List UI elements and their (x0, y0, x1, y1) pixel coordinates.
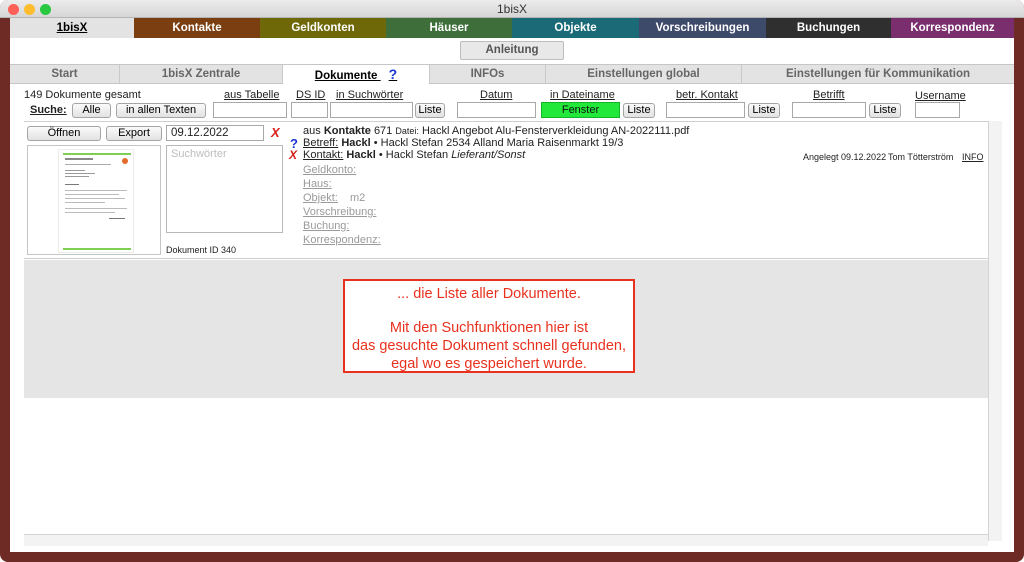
subtab-infos[interactable]: INFOs (430, 65, 546, 83)
kontakt-label[interactable]: Kontakt: (303, 149, 343, 161)
created-by-user: Tom Tötterström (888, 152, 954, 162)
aus-tabelle-input[interactable] (213, 102, 287, 118)
betreff-rest: • Hackl Stefan 2534 Alland Maria Raisenm… (373, 137, 624, 149)
datei-label: Datei: (395, 126, 419, 136)
in-dateiname-label: in Dateiname (550, 89, 615, 101)
tab-kontakte[interactable]: Kontakte (134, 18, 260, 38)
document-id: Dokument ID 340 (166, 245, 237, 255)
datum-input[interactable] (457, 102, 536, 118)
thumbnail-page (58, 149, 134, 253)
callout-line-2: Mit den Suchfunktionen hier ist (389, 320, 589, 336)
export-button[interactable]: Export (106, 126, 162, 141)
betr-kontakt-liste-button[interactable]: Liste (748, 103, 780, 118)
kontakt-line: Kontakt: Hackl • Hackl Stefan Lieferant/… (303, 149, 525, 161)
kontakt-rest: • Hackl Stefan (378, 149, 449, 161)
subtab-dokumente-label: Dokumente (314, 70, 378, 82)
remove-kontakt-icon[interactable]: X (289, 148, 297, 162)
betr-kontakt-label: betr. Kontakt (676, 89, 738, 101)
app-frame: 1bisX 1bisX Kontakte Geldkonten Häuser O… (0, 0, 1024, 562)
kontakt-role: Lieferant/Sonst (451, 149, 526, 161)
ds-id-label: DS ID (296, 89, 326, 101)
tab-haeuser[interactable]: Häuser (386, 18, 512, 38)
date-input[interactable]: 09.12.2022 (166, 125, 264, 141)
betrifft-label: Betrifft (813, 89, 845, 101)
kontakt-number: 671 (373, 125, 393, 137)
window-title: 1bisX (496, 2, 528, 16)
kontakt-name: Hackl (346, 149, 376, 161)
datei-name: Hackl Angebot Alu-Fensterverkleidung AN-… (421, 125, 690, 137)
fenster-input[interactable]: Fenster (541, 102, 620, 118)
subtab-einstellungen-kommunikation[interactable]: Einstellungen für Kommunikation (742, 65, 1014, 83)
list-empty-area: ... die Liste aller Dokumente. Mit den S… (24, 260, 988, 398)
ds-id-input[interactable] (291, 102, 328, 118)
list-lower-area (24, 398, 988, 534)
info-link[interactable]: INFO (962, 152, 984, 162)
geldkonto-link[interactable]: Geldkonto: (303, 164, 356, 176)
annotation-callout: ... die Liste aller Dokumente. Mit den S… (343, 279, 635, 373)
betrifft-input[interactable] (792, 102, 866, 118)
kontakte-link[interactable]: Kontakte (324, 125, 371, 137)
suchwoerter-liste-button[interactable]: Liste (415, 103, 445, 118)
betreff-line: Betreff: Hackl • Hackl Stefan 2534 Allan… (303, 137, 623, 149)
document-record: Öffnen Export 09.12.2022 X Suchwörter Do… (24, 121, 988, 259)
in-allen-texten-button[interactable]: in allen Texten (116, 103, 206, 118)
main-window: 1bisX Kontakte Geldkonten Häuser Objekte… (10, 18, 1014, 552)
vorschreibung-link[interactable]: Vorschreibung: (303, 206, 376, 218)
window-titlebar: 1bisX (0, 0, 1024, 18)
minimize-window-icon[interactable] (24, 4, 35, 15)
oeffnen-button[interactable]: Öffnen (27, 126, 101, 141)
username-label: Username (915, 90, 966, 102)
tab-vorschreibungen[interactable]: Vorschreibungen (639, 18, 766, 38)
buchung-link[interactable]: Buchung: (303, 220, 349, 232)
betreff-name: Hackl (341, 137, 371, 149)
zoom-window-icon[interactable] (40, 4, 51, 15)
aus-tabelle-label: aus Tabelle (224, 89, 280, 101)
callout-line-4: egal wo es gespeichert wurde. (391, 356, 587, 372)
suchwoerter-input[interactable] (330, 102, 413, 118)
help-icon[interactable]: ? (389, 66, 398, 82)
tab-buchungen[interactable]: Buchungen (766, 18, 891, 38)
suchwoerter-textarea[interactable]: Suchwörter (166, 145, 283, 233)
subtab-zentrale[interactable]: 1bisX Zentrale (120, 65, 283, 83)
source-line: aus Kontakte 671 Datei: Hackl Angebot Al… (303, 125, 689, 137)
tab-korrespondenz[interactable]: Korrespondenz (891, 18, 1014, 38)
close-window-icon[interactable] (8, 4, 19, 15)
dateiname-liste-button[interactable]: Liste (623, 103, 655, 118)
clear-date-icon[interactable]: X (271, 125, 280, 140)
objekt-link[interactable]: Objekt: (303, 192, 338, 204)
alle-button[interactable]: Alle (72, 103, 111, 118)
subtab-dokumente[interactable]: Dokumente ? (283, 65, 430, 84)
total-count: 149 Dokumente gesamt (24, 89, 141, 101)
horizontal-scrollbar[interactable] (24, 534, 988, 546)
korrespondenz-link[interactable]: Korrespondenz: (303, 234, 381, 246)
angelegt-date: Angelegt 09.12.2022 (803, 152, 887, 162)
sub-tab-bar: Start 1bisX Zentrale Dokumente ? INFOs E… (10, 64, 1014, 84)
thumbnail-graphic (63, 153, 131, 250)
betreff-label[interactable]: Betreff: (303, 137, 338, 149)
betrifft-liste-button[interactable]: Liste (869, 103, 901, 118)
username-input[interactable] (915, 102, 960, 118)
suche-label: Suche: (30, 104, 67, 116)
vertical-scrollbar[interactable] (988, 121, 1002, 541)
subtab-einstellungen-global[interactable]: Einstellungen global (546, 65, 742, 83)
callout-line-1: ... die Liste aller Dokumente. (397, 286, 581, 302)
datum-label: Datum (480, 89, 513, 101)
aus-label: aus (303, 125, 321, 137)
tab-1bisx[interactable]: 1bisX (10, 18, 134, 38)
anleitung-button[interactable]: Anleitung (460, 41, 564, 60)
haus-link[interactable]: Haus: (303, 178, 332, 190)
tab-geldkonten[interactable]: Geldkonten (260, 18, 386, 38)
main-tab-bar: 1bisX Kontakte Geldkonten Häuser Objekte… (10, 18, 1014, 38)
document-thumbnail[interactable] (27, 145, 161, 255)
betr-kontakt-input[interactable] (666, 102, 745, 118)
callout-line-3: das gesuchte Dokument schnell gefunden, (351, 338, 627, 354)
in-suchwoertern-label: in Suchwörter (336, 89, 404, 101)
objekt-value: m2 (350, 192, 366, 204)
tab-objekte[interactable]: Objekte (512, 18, 639, 38)
subtab-start[interactable]: Start (10, 65, 120, 83)
